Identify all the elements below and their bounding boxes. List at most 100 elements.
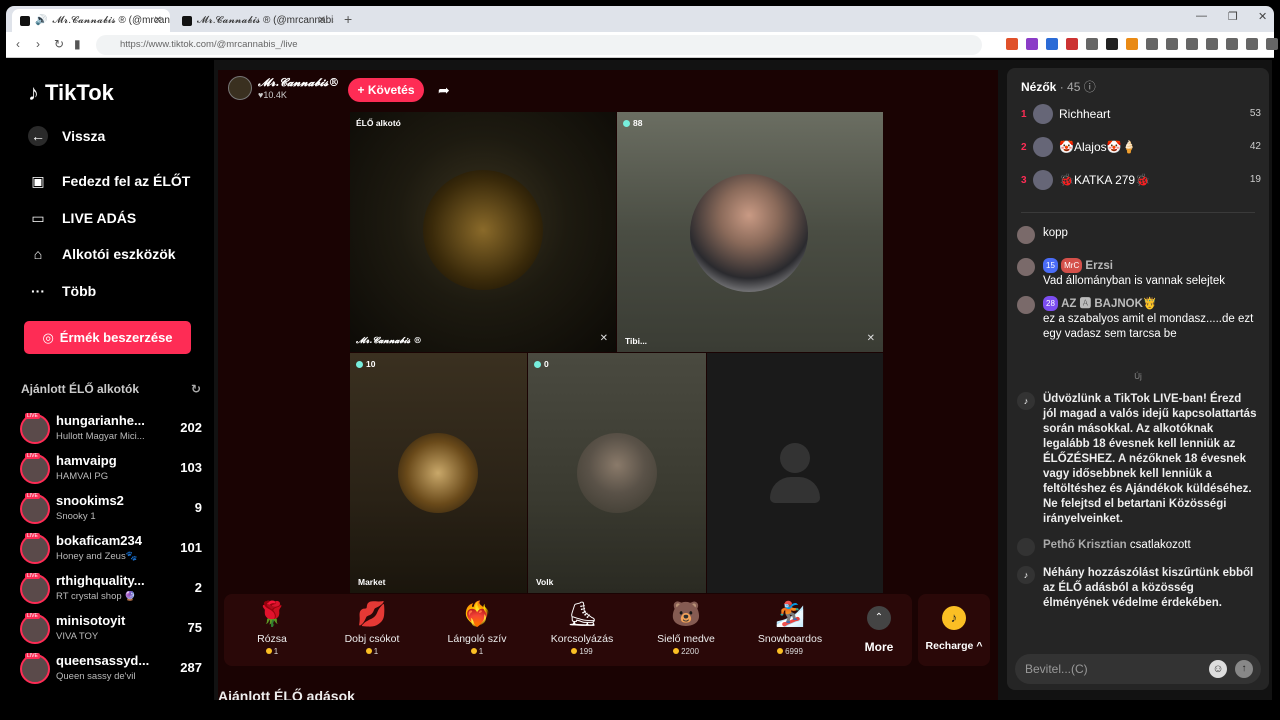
gift-item[interactable]: 🌹 Rózsa 1 (224, 594, 320, 666)
extension-icon[interactable] (1146, 38, 1158, 50)
chat-message: 28 AZ 🅰 BAJNOK🤴 ez a szabalyos amit el m… (1017, 296, 1257, 360)
video-tile-guest[interactable]: 88 Tibi... ✕ (617, 112, 883, 352)
avatar: LIVE (20, 613, 50, 644)
gift-item[interactable]: 💋 Dobj csókot 1 (324, 594, 420, 666)
empty-guest-slot[interactable] (707, 353, 883, 593)
message-username[interactable]: Erzsi (1085, 260, 1113, 272)
play-house-icon: ⌂ (33, 246, 43, 262)
host-avatar[interactable] (228, 76, 252, 100)
video-tile-guest[interactable]: 0 Volk (528, 353, 706, 593)
nav-more[interactable]: ··· Több (28, 281, 96, 301)
recommended-creator[interactable]: LIVE minisotoyit VIVA TOY 75 (20, 611, 202, 647)
avatar (1033, 104, 1053, 124)
browser-tab-active[interactable]: 🔊 𝓜𝓻.𝓒𝓪𝓷𝓷𝓪𝓫𝓲𝓼 ® (@mrcan... ✕ (12, 9, 170, 32)
close-tab-icon[interactable]: ✕ (154, 15, 162, 26)
avatar[interactable] (1017, 226, 1035, 244)
chat-message: 15 MrC Erzsi Vad állományban is vannak s… (1017, 258, 1257, 290)
back-button[interactable]: ← Vissza (28, 126, 105, 146)
lips-icon: 💋 (357, 601, 387, 628)
viewers-header[interactable]: Nézők · 45 ⓘ (1021, 78, 1096, 95)
avatar[interactable] (1017, 296, 1035, 314)
triangle-icon[interactable] (1026, 38, 1038, 50)
recommended-creator[interactable]: LIVE queensassyd... Queen sassy de'vil 2… (20, 651, 202, 687)
nav-live-broadcast[interactable]: ▭ LIVE ADÁS (28, 208, 136, 228)
avatar: LIVE (20, 533, 50, 564)
extension-icon[interactable] (1066, 38, 1078, 50)
divider (1021, 212, 1255, 213)
wallet-icon[interactable] (1246, 38, 1258, 50)
forward-icon[interactable]: › (36, 37, 40, 51)
recommended-creator[interactable]: LIVE hungarianhe... Hullott Magyar Mici.… (20, 411, 202, 447)
close-window-icon[interactable]: ✕ (1258, 10, 1267, 23)
refresh-icon[interactable]: ↻ (191, 382, 201, 396)
bookmark-icon[interactable]: ▮ (74, 37, 81, 51)
creator-name: bokaficam234 (56, 533, 142, 548)
host-name[interactable]: 𝓜𝓻.𝓒𝓪𝓷𝓷𝓪𝓫𝓲𝓼® (258, 76, 339, 90)
close-tab-icon[interactable]: ✕ (318, 15, 326, 26)
chat-input[interactable]: Bevitel...(C) ☺ ↑ (1015, 654, 1261, 684)
url-field[interactable]: https://www.tiktok.com/@mrcannabis_/live (96, 35, 982, 55)
message-username[interactable]: Pethő Krisztian (1043, 539, 1127, 551)
justice-statue-avatar (423, 170, 543, 290)
address-bar: ‹ › ↻ ▮ https://www.tiktok.com/@mrcannab… (6, 32, 1278, 58)
gift-item[interactable]: 🐻 Sielő medve 2200 (638, 594, 734, 666)
nav-explore-live[interactable]: ▣ Fedezd fel az ÉLŐT (28, 171, 190, 191)
tiktok-logo[interactable]: ♪ TikTok (28, 80, 114, 106)
gift-item[interactable]: ❤️‍🔥 Lángoló szív 1 (429, 594, 525, 666)
music-icon[interactable] (1206, 38, 1218, 50)
gift-item[interactable]: 🏂 Snowboardos 6999 (742, 594, 838, 666)
follow-button[interactable]: + Követés (348, 78, 424, 102)
share-icon[interactable]: ➦ (438, 82, 450, 99)
extension-icon[interactable] (1186, 38, 1198, 50)
speaker-icon[interactable]: 🔊 (35, 15, 47, 26)
avatar[interactable] (1017, 258, 1035, 276)
help-icon[interactable]: ⓘ (1084, 80, 1096, 94)
recommended-header: Ajánlott ÉLŐ alkotók ↻ (21, 382, 201, 396)
browser-tabbar: 🔊 𝓜𝓻.𝓒𝓪𝓷𝓷𝓪𝓫𝓲𝓼 ® (@mrcan... ✕ 𝓜𝓻.𝓒𝓪𝓷𝓷𝓪𝓫𝓲𝓼… (6, 6, 1274, 32)
recommended-creator[interactable]: LIVE rthighquality... RT crystal shop 🔮 … (20, 571, 202, 607)
top-viewer-row[interactable]: 3 🐞KATKA 279🐞 19 (1021, 170, 1261, 194)
ski-bear-icon: 🐻 (671, 601, 701, 628)
shield-icon[interactable] (1006, 38, 1018, 50)
video-tile-guest[interactable]: 10 Market (350, 353, 527, 593)
puzzle-icon[interactable] (1166, 38, 1178, 50)
join-icon (1017, 538, 1035, 556)
sidebar-icon[interactable] (1226, 38, 1238, 50)
new-tab-button[interactable]: + (344, 11, 352, 27)
message-username[interactable]: AZ 🅰 BAJNOK🤴 (1061, 298, 1157, 310)
emoji-icon[interactable]: ☺ (1209, 660, 1227, 678)
skates-icon: ⛸ (567, 601, 598, 628)
extension-icon[interactable] (1126, 38, 1138, 50)
translate-icon[interactable] (1046, 38, 1058, 50)
minimize-icon[interactable]: — (1196, 10, 1207, 22)
video-tile-host[interactable]: ÉLŐ alkotó 𝓜𝓻.𝓒𝓪𝓷𝓷𝓪𝓫𝓲𝓼 ® ✕ (350, 112, 616, 352)
nav-label: Alkotói eszközök (62, 246, 176, 262)
send-icon[interactable]: ↑ (1235, 660, 1253, 678)
screen: 🔊 𝓜𝓻.𝓒𝓪𝓷𝓷𝓪𝓫𝓲𝓼 ® (@mrcan... ✕ 𝓜𝓻.𝓒𝓪𝓷𝓷𝓪𝓫𝓲𝓼… (0, 0, 1280, 720)
browser-tab[interactable]: 𝓜𝓻.𝓒𝓪𝓷𝓷𝓪𝓫𝓲𝓼 ® (@mrcannabis_) ✕ (174, 9, 334, 32)
top-viewer-row[interactable]: 2 🤡Alajos🤡🍦 42 (1021, 137, 1261, 161)
gift-item[interactable]: ⛸ Korcsolyázás 199 (534, 594, 630, 666)
extension-icon[interactable] (1106, 38, 1118, 50)
back-icon[interactable]: ‹ (16, 37, 20, 51)
maximize-icon[interactable]: ❐ (1228, 10, 1238, 23)
recommended-title: Ajánlott ÉLŐ alkotók (21, 382, 140, 396)
top-viewer-row[interactable]: 1 Richheart 53 (1021, 104, 1261, 128)
gift-name: Sielő medve (657, 633, 715, 645)
more-gifts-button[interactable]: ⌃ More (854, 594, 904, 666)
extension-icon[interactable] (1086, 38, 1098, 50)
recommended-creator[interactable]: LIVE hamvaipg HAMVAI PG 103 (20, 451, 202, 487)
system-message: ♪ Üdvözlünk a TikTok LIVE-ban! Érezd jól… (1017, 392, 1257, 525)
recommended-creator[interactable]: LIVE snookims2 Snooky 1 9 (20, 491, 202, 527)
download-icon[interactable] (1266, 38, 1278, 50)
fan-badge: MrC (1061, 258, 1083, 273)
get-coins-button[interactable]: ◎ Érmék beszerzése (24, 321, 191, 354)
nav-creator-tools[interactable]: ⌂ Alkotói eszközök (28, 244, 176, 264)
reload-icon[interactable]: ↻ (54, 37, 64, 51)
joined-text: csatlakozott (1129, 539, 1191, 551)
message-text: Üdvözlünk a TikTok LIVE-ban! Érezd jól m… (1043, 393, 1257, 525)
recharge-button[interactable]: ♪ Recharge ^ (918, 594, 990, 666)
live-stream-area: 𝓜𝓻.𝓒𝓪𝓷𝓷𝓪𝓫𝓲𝓼® ♥10.4K + Követés ➦ ÉLŐ alko… (218, 70, 998, 700)
recommended-creator[interactable]: LIVE bokaficam234 Honey and Zeus🐾 101 (20, 531, 202, 567)
sidebar: ♪ TikTok ← Vissza ▣ Fedezd fel az ÉLŐT ▭… (8, 60, 214, 700)
